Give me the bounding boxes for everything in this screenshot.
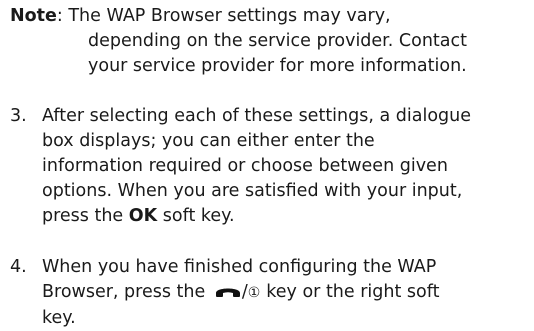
note-text-2: depending on the service provider. Conta… bbox=[88, 31, 467, 51]
step-3-body: After selecting each of these settings, … bbox=[42, 104, 530, 229]
step-3-line-1: After selecting each of these settings, … bbox=[42, 106, 471, 126]
power-symbol-icon: ① bbox=[247, 285, 261, 301]
step-4-line-2: Browser, press the /① key or the right so… bbox=[42, 280, 530, 306]
step-3-line-5: press the OK soft key. bbox=[42, 204, 530, 229]
step-3-line-4: options. When you are satisfied with you… bbox=[42, 181, 463, 201]
step-4-press-suffix: key or the right soft bbox=[266, 282, 440, 302]
step-4-line-3: key. bbox=[42, 308, 76, 328]
note-text-1: : The WAP Browser settings may vary, bbox=[56, 6, 391, 26]
step-4-number: 4. bbox=[10, 257, 27, 277]
note-block: Note: The WAP Browser settings may vary,… bbox=[10, 4, 530, 79]
step-3-line-2: box displays; you can either enter the bbox=[42, 131, 375, 151]
step-4-press-prefix: Browser, press the bbox=[42, 282, 211, 302]
step-3-press-prefix: press the bbox=[42, 206, 129, 226]
step-3-number: 3. bbox=[10, 106, 27, 126]
note-line-1: Note: The WAP Browser settings may vary, bbox=[10, 4, 530, 29]
step-4-line-1: When you have finished configuring the W… bbox=[42, 257, 437, 277]
step-3-line-3: information required or choose between g… bbox=[42, 156, 448, 176]
note-label: Note bbox=[10, 6, 57, 26]
end-call-handset-icon bbox=[215, 288, 240, 297]
ok-key-label: OK bbox=[128, 206, 158, 226]
step-4: 4. When you have finished configuring th… bbox=[10, 255, 530, 331]
step-4-body: When you have finished configuring the W… bbox=[42, 255, 530, 331]
note-text-3: your service provider for more informati… bbox=[88, 56, 467, 76]
step-3-press-suffix: soft key. bbox=[157, 206, 235, 226]
step-3: 3. After selecting each of these setting… bbox=[10, 104, 530, 229]
